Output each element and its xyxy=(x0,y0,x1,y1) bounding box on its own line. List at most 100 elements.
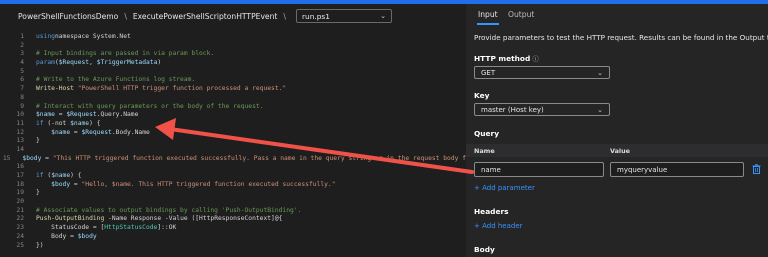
code-token: $body xyxy=(51,180,71,188)
line-number: 12 xyxy=(16,128,24,136)
add-parameter-link[interactable]: + Add parameter xyxy=(474,184,535,192)
code-line-text: if ($name) { xyxy=(24,172,82,181)
code-line-text: # Write to the Azure Functions log strea… xyxy=(24,76,195,85)
code-line[interactable]: 17 if ($name) { xyxy=(0,172,466,181)
breadcrumb-separator: \ xyxy=(124,11,127,21)
code-area[interactable]: 1 usingnamespace System.Net 2 3 # Input bind… xyxy=(0,33,466,257)
code-line[interactable]: 18 $body = "Hello, $name. This HTTP trig… xyxy=(0,181,466,190)
query-header-row: Name Value xyxy=(466,144,768,157)
line-number: 14 xyxy=(16,145,24,153)
code-token: $name xyxy=(51,128,71,136)
code-line[interactable]: 23 StatusCode = [HttpStatusCode]::OK xyxy=(0,224,466,233)
code-line[interactable]: 15 $body = "This HTTP triggered function … xyxy=(0,155,466,164)
code-token: namespace System.Net xyxy=(54,33,131,40)
code-line[interactable]: 3 # Input bindings are passed in via para… xyxy=(0,50,466,59)
code-line[interactable]: 24 Body = $body xyxy=(0,233,466,242)
code-line[interactable]: 7 Write-Host "PowerShell HTTP trigger fun… xyxy=(0,85,466,94)
line-number: 15 xyxy=(2,154,11,162)
code-line[interactable]: 13} xyxy=(0,137,466,146)
line-number: 1 xyxy=(20,33,24,40)
code-token: # Interact with query parameters or the … xyxy=(36,102,264,110)
code-line[interactable]: 12 $name = $Request.Body.Name xyxy=(0,129,466,138)
line-number: 20 xyxy=(16,198,24,206)
code-token: $name xyxy=(51,172,71,179)
test-panel: Input Output Provide parameters to test … xyxy=(466,4,768,257)
code-token: = xyxy=(70,180,82,188)
code-token: $body xyxy=(22,154,42,162)
key-value: master (Host key) xyxy=(481,105,544,114)
line-number: 21 xyxy=(16,206,24,214)
line-number: 4 xyxy=(20,59,24,67)
code-line-text: $name = $Request.Query.Name xyxy=(24,111,138,120)
code-line[interactable]: 4 param($Request, $TriggerMetadata) xyxy=(0,59,466,68)
code-token: .Body.Name xyxy=(111,128,150,136)
query-param-name-input[interactable]: name xyxy=(474,162,604,177)
add-header-link[interactable]: + Add header xyxy=(474,222,523,230)
code-line[interactable]: 21 # Associate values to output bindings … xyxy=(0,207,466,216)
chevron-down-icon: ⌄ xyxy=(380,12,386,20)
query-col-name: Name xyxy=(474,147,495,155)
code-token: , xyxy=(89,59,97,67)
code-line-text: Write-Host "PowerShell HTTP trigger func… xyxy=(24,85,286,94)
query-label: Query xyxy=(474,129,500,138)
code-token: Push-OutputBinding xyxy=(36,215,105,223)
code-token: ]::OK xyxy=(157,224,177,232)
line-number: 5 xyxy=(20,67,24,75)
breadcrumb-separator: \ xyxy=(283,11,286,21)
code-line[interactable]: 8 xyxy=(0,94,466,103)
breadcrumb-function[interactable]: ExecutePowerShellScriptonHTTPEvent xyxy=(133,12,278,21)
code-token: # Associate values to output bindings by… xyxy=(36,206,302,214)
code-editor: PowerShellFunctionsDemo \ ExecutePowerSh… xyxy=(0,4,466,257)
code-line-text: $name = $Request.Body.Name xyxy=(24,129,150,138)
code-token: using xyxy=(36,33,55,40)
code-line-text: $body = "Hello, $name. This HTTP trigger… xyxy=(24,180,335,190)
code-line[interactable]: 1 usingnamespace System.Net xyxy=(0,33,466,42)
trash-icon[interactable] xyxy=(752,164,761,174)
tab-output[interactable]: Output xyxy=(508,10,534,19)
breadcrumb-function-app[interactable]: PowerShellFunctionsDemo xyxy=(18,12,118,21)
code-token: "This HTTP triggered function executed s… xyxy=(52,154,466,162)
code-token: .Query.Name xyxy=(96,111,139,119)
code-token: if xyxy=(36,119,44,127)
code-line[interactable]: 6 # Write to the Azure Functions log stre… xyxy=(0,76,466,85)
body-label: Body xyxy=(474,245,495,254)
http-method-select[interactable]: GET ⌄ xyxy=(474,66,610,79)
chevron-down-icon: ⌄ xyxy=(597,105,603,114)
code-line[interactable]: 25}) xyxy=(0,242,466,251)
code-token: ) { xyxy=(89,119,101,127)
line-number: 9 xyxy=(20,102,24,110)
key-label: Key xyxy=(474,91,490,100)
query-param-value-input[interactable]: myqueryvalue xyxy=(610,162,744,177)
info-icon[interactable]: ⓘ xyxy=(532,55,539,63)
file-select-dropdown[interactable]: run.ps1 ⌄ xyxy=(295,9,392,23)
code-token: = xyxy=(70,128,82,136)
tab-input[interactable]: Input xyxy=(477,10,499,25)
code-token: ) { xyxy=(70,172,82,179)
code-token: param xyxy=(36,59,55,67)
code-line[interactable]: 16 xyxy=(0,163,466,172)
key-select[interactable]: master (Host key) ⌄ xyxy=(474,103,610,116)
headers-label: Headers xyxy=(474,207,509,216)
code-line[interactable]: 22 Push-OutputBinding -Name Response -Val… xyxy=(0,215,466,224)
code-token: $name xyxy=(70,119,90,127)
code-token: Body = xyxy=(36,232,78,240)
code-line[interactable]: 10 $name = $Request.Query.Name xyxy=(0,111,466,120)
code-line-text: # Interact with query parameters or the … xyxy=(24,103,263,112)
code-line[interactable]: 20 xyxy=(0,198,466,207)
code-token: $Request xyxy=(66,111,97,119)
code-line[interactable]: 14 xyxy=(0,146,466,155)
http-method-value: GET xyxy=(481,68,496,77)
code-line[interactable]: 5 xyxy=(0,68,466,77)
code-line[interactable]: 11 if (-not $name) { xyxy=(0,120,466,129)
code-line-text: # Associate values to output bindings by… xyxy=(24,207,301,216)
code-line[interactable]: 2 xyxy=(0,42,466,51)
code-line[interactable]: 19} xyxy=(0,189,466,198)
code-line[interactable]: 9 # Interact with query parameters or the… xyxy=(0,103,466,112)
code-token: = xyxy=(54,111,67,119)
